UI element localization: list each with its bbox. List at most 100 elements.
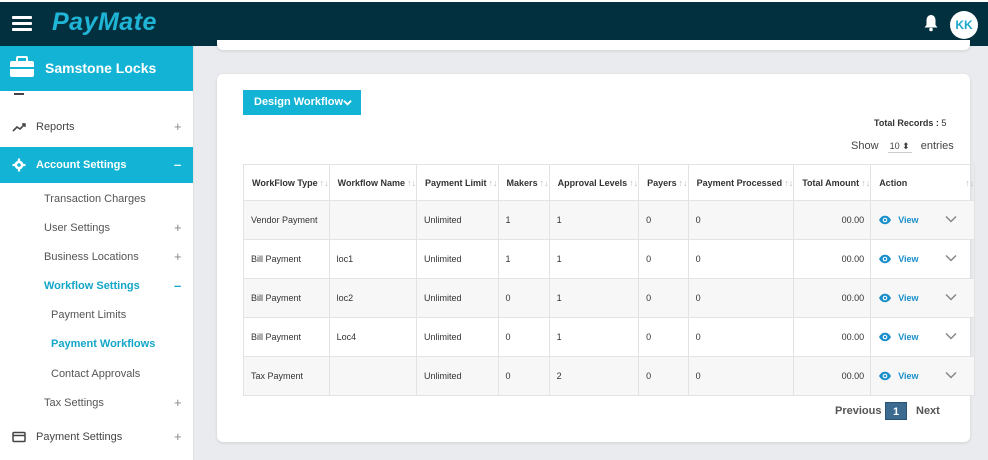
- design-workflow-button[interactable]: Design Workflow: [243, 90, 361, 115]
- cell-action: View: [870, 239, 976, 279]
- column-header-action[interactable]: Action ↑↓: [870, 164, 976, 201]
- column-header-makers[interactable]: Makers ↑↓: [497, 164, 550, 201]
- sidebar-item-label: Transaction Charges: [44, 193, 146, 205]
- sidebar-item-workflow-settings[interactable]: Workflow Settings –: [0, 276, 193, 296]
- cell-processed: 0: [687, 200, 795, 240]
- view-link[interactable]: View: [898, 215, 918, 225]
- cell-action: View: [870, 356, 976, 396]
- cell-action: View: [870, 200, 976, 240]
- sidebar-item-tax-settings[interactable]: Tax Settings +: [0, 393, 193, 413]
- sidebar-item-label: Reports: [36, 121, 75, 133]
- column-label: WorkFlow Type: [252, 177, 318, 188]
- collapse-dash-icon: [14, 93, 24, 95]
- sort-icon: ↑↓: [539, 177, 549, 188]
- sidebar-item-label: User Settings: [44, 222, 111, 234]
- eye-icon[interactable]: [878, 293, 892, 303]
- select-arrows-icon: ⬍: [902, 141, 910, 151]
- column-header-total-amount[interactable]: Total Amount ↑↓: [793, 164, 872, 201]
- cell-action: View: [870, 278, 976, 318]
- table-row: Vendor Payment Unlimited 1 1 0 0 00.00 View: [243, 200, 976, 240]
- page-size-select[interactable]: 10 ⬍: [887, 141, 912, 153]
- cell-limit: Unlimited: [416, 278, 499, 318]
- column-header-workflow-type[interactable]: WorkFlow Type ↑↓: [243, 164, 330, 201]
- expand-icon[interactable]: +: [174, 116, 182, 138]
- eye-icon[interactable]: [878, 254, 892, 264]
- cell-name: Loc4: [328, 317, 418, 357]
- sort-icon: ↑↓: [407, 177, 417, 188]
- eye-icon[interactable]: [878, 215, 892, 225]
- sidebar-item-label: Payment Limits: [51, 309, 127, 321]
- expand-icon[interactable]: +: [174, 218, 182, 238]
- eye-icon[interactable]: [878, 332, 892, 342]
- next-page-button[interactable]: Next: [916, 405, 940, 417]
- sidebar-item-payment-limits[interactable]: Payment Limits: [0, 305, 193, 325]
- eye-icon[interactable]: [878, 371, 892, 381]
- column-header-payment-limit[interactable]: Payment Limit ↑↓: [416, 164, 499, 201]
- collapse-icon[interactable]: –: [174, 147, 181, 183]
- cell-name: loc2: [328, 278, 418, 318]
- sidebar-item-label: Contact Approvals: [51, 368, 141, 380]
- app-logo[interactable]: PayMate: [52, 8, 157, 37]
- sidebar-item-user-settings[interactable]: User Settings +: [0, 218, 193, 238]
- table-row: Bill Payment loc2 Unlimited 0 1 0 0 00.00 View: [243, 278, 976, 318]
- hamburger-menu-icon[interactable]: [12, 16, 32, 32]
- user-avatar[interactable]: KK: [950, 11, 978, 39]
- cell-limit: Unlimited: [416, 239, 499, 279]
- view-link[interactable]: View: [898, 371, 918, 381]
- cell-name: [328, 200, 418, 240]
- sort-icon: ↑↓: [319, 177, 329, 188]
- expand-icon[interactable]: +: [174, 247, 182, 267]
- total-records-value: 5: [941, 118, 947, 128]
- column-header-workflow-name[interactable]: Workflow Name ↑↓: [328, 164, 418, 201]
- entries-selector: Show 10 ⬍ entries: [851, 140, 954, 153]
- organization-name: Samstone Locks: [45, 60, 157, 76]
- chevron-down-icon[interactable]: [945, 293, 957, 301]
- sidebar-item-transaction-charges[interactable]: Transaction Charges: [0, 189, 193, 209]
- sidebar-item-payment-settings[interactable]: Payment Settings +: [0, 426, 193, 448]
- cell-makers: 0: [497, 317, 550, 357]
- view-link[interactable]: View: [898, 293, 918, 303]
- sort-icon: ↑↓: [629, 177, 639, 188]
- cell-amount: 00.00: [793, 278, 872, 318]
- bell-icon[interactable]: [923, 14, 939, 32]
- cell-processed: 0: [687, 278, 795, 318]
- table-header-row: WorkFlow Type ↑↓ Workflow Name ↑↓ Payment …: [243, 164, 976, 201]
- workflow-table: WorkFlow Type ↑↓ Workflow Name ↑↓ Payment …: [243, 164, 976, 396]
- show-label: Show: [851, 140, 879, 152]
- cell-name: [328, 356, 418, 396]
- cell-makers: 0: [497, 356, 550, 396]
- chevron-down-icon[interactable]: [945, 371, 957, 379]
- organization-header[interactable]: Samstone Locks: [0, 46, 193, 91]
- chevron-down-icon[interactable]: [945, 332, 957, 340]
- collapse-icon[interactable]: –: [174, 276, 181, 296]
- column-label: Payment Limit: [425, 177, 487, 188]
- page-1-button[interactable]: 1: [885, 402, 907, 420]
- cell-amount: 00.00: [793, 317, 872, 357]
- sidebar-item-business-locations[interactable]: Business Locations +: [0, 247, 193, 267]
- cell-levels: 1: [548, 200, 640, 240]
- sort-icon: ↑↓: [965, 177, 975, 188]
- column-header-payment-processed[interactable]: Payment Processed ↑↓: [687, 164, 795, 201]
- column-header-approval-levels[interactable]: Approval Levels ↑↓: [548, 164, 640, 201]
- sort-icon: ↑↓: [784, 177, 794, 188]
- total-records: Total Records : 5: [874, 118, 946, 128]
- previous-page-button[interactable]: Previous: [835, 405, 881, 417]
- expand-icon[interactable]: +: [174, 426, 182, 448]
- sidebar-item-reports[interactable]: Reports +: [0, 116, 193, 138]
- gear-icon: [12, 158, 26, 172]
- view-link[interactable]: View: [898, 254, 918, 264]
- table-row: Bill Payment loc1 Unlimited 1 1 0 0 00.00 View: [243, 239, 976, 279]
- sort-icon: ↑↓: [678, 177, 688, 188]
- chevron-down-icon[interactable]: [945, 254, 957, 262]
- chevron-down-icon[interactable]: [945, 215, 957, 223]
- sidebar-item-label: Payment Workflows: [51, 338, 156, 350]
- sidebar-item-contact-approvals[interactable]: Contact Approvals: [0, 364, 193, 384]
- sidebar-item-label: Payment Settings: [36, 431, 123, 443]
- view-link[interactable]: View: [898, 332, 918, 342]
- expand-icon[interactable]: +: [174, 393, 182, 413]
- sidebar-item-payment-workflows[interactable]: Payment Workflows: [0, 334, 193, 354]
- cell-limit: Unlimited: [416, 317, 499, 357]
- sidebar: Samstone Locks Reports + Account Setting…: [0, 46, 194, 460]
- column-header-payers[interactable]: Payers ↑↓: [638, 164, 689, 201]
- sidebar-item-account-settings[interactable]: Account Settings –: [0, 147, 193, 183]
